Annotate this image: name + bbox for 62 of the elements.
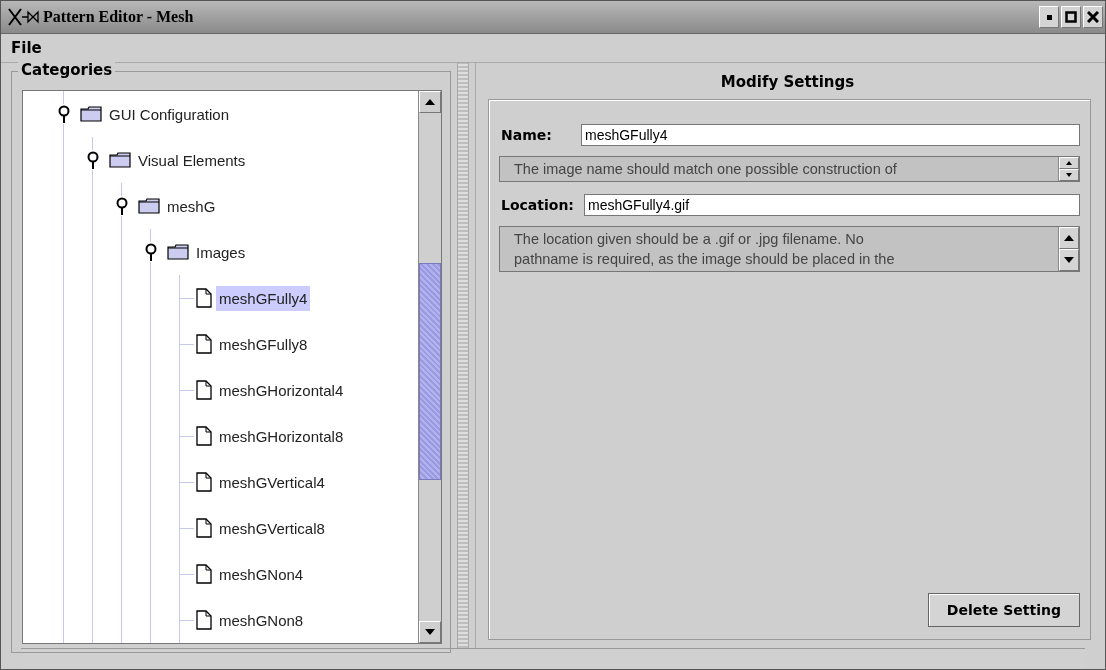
group-title: Categories [18,61,116,79]
tree-item[interactable]: GUI Configuration [106,101,233,127]
file-icon [196,518,212,538]
maximize-button[interactable] [1061,6,1081,28]
up-arrow-icon [1066,161,1072,165]
file-icon [196,564,212,584]
tree-item[interactable]: meshGVertical8 [216,515,328,541]
spin-down-button[interactable] [1059,169,1079,181]
down-arrow-icon [1064,257,1074,263]
scroll-thumb[interactable] [419,263,441,480]
file-icon [196,472,212,492]
expand-handle-icon[interactable] [144,242,157,262]
file-icon [196,426,212,446]
folder-icon [109,152,131,168]
close-icon [1087,11,1099,23]
folder-icon [138,198,160,214]
down-arrow-icon [1066,173,1072,177]
up-arrow-icon [425,99,435,105]
file-icon [196,610,212,630]
x-logo-icon [7,7,41,27]
tree-item[interactable]: Images [193,239,249,265]
close-button[interactable] [1083,6,1103,28]
input-field[interactable]: meshGFully4 [581,124,1080,146]
tree-item[interactable]: meshGFully8 [216,331,311,357]
scroll-up-button[interactable] [1059,227,1079,249]
tree-item[interactable]: meshGNon4 [216,561,307,587]
tree-item[interactable]: meshGFully4 [216,285,311,311]
scroll-down-button[interactable] [1059,249,1079,271]
folder-icon [80,106,102,122]
file-icon [196,288,212,308]
expand-handle-icon[interactable] [57,104,70,124]
input-field[interactable]: meshGFully4.gif [583,194,1080,216]
minimize-button[interactable] [1039,6,1059,28]
maximize-icon [1065,11,1077,23]
expand-handle-icon[interactable] [86,150,99,170]
menu-item[interactable]: File [11,39,42,57]
scroll-down-button[interactable] [419,621,441,643]
tree-item[interactable]: meshG [164,193,219,219]
scrollbar[interactable] [418,91,441,643]
file-icon [196,334,212,354]
up-arrow-icon [1064,235,1074,241]
tree-item[interactable]: meshGHorizontal8 [216,423,347,449]
tree-item[interactable]: meshGHorizontal4 [216,377,347,403]
help-text: pathname is required, as the image should be placed in the [514,250,896,269]
folder-icon [167,244,189,260]
tree-item[interactable]: meshGNon8 [216,607,307,633]
scroll-up-button[interactable] [419,91,441,113]
help-text: The image name should match one possible construction of [514,160,898,179]
spin-up-button[interactable] [1059,157,1079,169]
help-text: The location given should be a .gif or .jpg filename. No [514,230,865,249]
split-handle[interactable] [457,63,469,648]
minimize-icon [1045,13,1053,21]
down-arrow-icon [425,629,435,635]
panel-title: Modify Settings [719,72,856,93]
tree-item[interactable]: Visual Elements [135,147,249,173]
file-icon [196,380,212,400]
window-title: Pattern Editor - Mesh [43,8,194,26]
field-label: Name: [500,127,553,143]
expand-handle-icon[interactable] [115,196,128,216]
tree-item[interactable]: meshGVertical4 [216,469,328,495]
field-label: Location: [500,197,574,213]
delete-setting-button[interactable]: Delete Setting [927,593,1080,627]
